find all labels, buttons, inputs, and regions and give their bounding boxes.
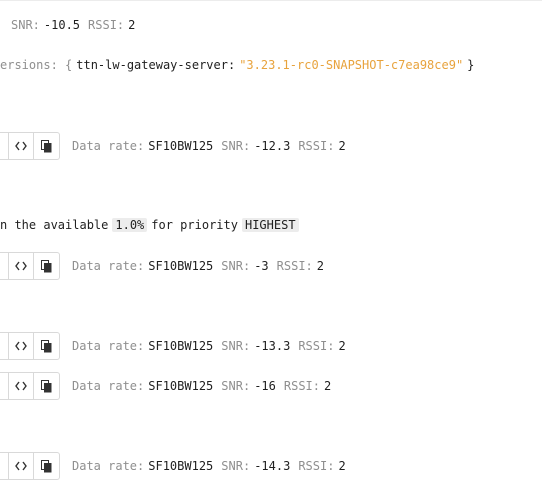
priority-middle: for priority: [151, 218, 238, 232]
rssi-label: RSSI:: [88, 18, 125, 32]
snr-label: SNR:: [221, 459, 251, 473]
copy-button[interactable]: [34, 373, 59, 399]
versions-value: "3.23.1-rc0-SNAPSHOT-c7ea98ce9": [239, 58, 464, 72]
code-icon: [15, 381, 27, 391]
event-meta-1: Data rate: SF10BW125 SNR: -12.3 RSSI: 2: [72, 132, 346, 160]
snr-value: -13.3: [254, 339, 291, 353]
event-meta-3: Data rate: SF10BW125 SNR: -13.3 RSSI: 2: [72, 332, 346, 360]
expand-button[interactable]: [0, 133, 9, 159]
view-raw-button[interactable]: [9, 333, 35, 359]
event-log-panel: SNR: -10.5 RSSI: 2 ersions: {ttn-lw-gateway…: [0, 0, 542, 483]
event-actions-4: [0, 372, 60, 400]
data-rate-label: Data rate:: [72, 259, 145, 273]
view-raw-button[interactable]: [9, 373, 35, 399]
expand-button[interactable]: [0, 453, 9, 479]
data-rate-value: SF10BW125: [148, 459, 214, 473]
rssi-label: RSSI:: [298, 459, 335, 473]
rssi-value: 2: [324, 379, 332, 393]
copy-button[interactable]: [34, 253, 59, 279]
event-meta-2: Data rate: SF10BW125 SNR: -3 RSSI: 2: [72, 252, 324, 280]
data-rate-label: Data rate:: [72, 339, 145, 353]
copy-button[interactable]: [34, 133, 59, 159]
copy-button[interactable]: [34, 453, 59, 479]
copy-icon: [41, 459, 52, 472]
versions-close: }: [467, 58, 475, 72]
event-actions-5: [0, 452, 60, 480]
rssi-value: 2: [338, 459, 346, 473]
rssi-label: RSSI:: [298, 339, 335, 353]
snr-label: SNR:: [11, 18, 40, 32]
snr-value: -12.3: [254, 139, 291, 153]
snr-label: SNR:: [221, 139, 251, 153]
data-rate-value: SF10BW125: [148, 379, 214, 393]
snr-value: -10.5: [43, 18, 81, 32]
priority-prefix: n the available: [0, 218, 109, 232]
event-actions-2: [0, 252, 60, 280]
snr-value: -16: [254, 379, 276, 393]
versions-row: ersions: {ttn-lw-gateway-server: "3.23.1-…: [0, 55, 474, 75]
view-raw-button[interactable]: [9, 133, 35, 159]
event-metadata-row: SNR: -10.5 RSSI: 2: [11, 15, 135, 35]
rssi-value: 2: [338, 339, 346, 353]
snr-label: SNR:: [221, 339, 251, 353]
percent-badge: 1.0%: [112, 218, 148, 232]
rssi-value: 2: [128, 18, 136, 32]
priority-badge: HIGHEST: [241, 218, 299, 232]
data-rate-value: SF10BW125: [148, 339, 214, 353]
view-raw-button[interactable]: [9, 453, 35, 479]
copy-icon: [41, 339, 52, 352]
code-icon: [15, 461, 27, 471]
priority-row: n the available 1.0% for priority HIGHEST: [0, 215, 299, 235]
rssi-value: 2: [316, 259, 324, 273]
rssi-label: RSSI:: [276, 259, 313, 273]
copy-icon: [41, 259, 52, 272]
copy-icon: [41, 139, 52, 152]
copy-icon: [41, 379, 52, 392]
snr-value: -3: [254, 259, 269, 273]
data-rate-value: SF10BW125: [148, 259, 214, 273]
expand-button[interactable]: [0, 373, 9, 399]
rssi-label: RSSI:: [283, 379, 320, 393]
data-rate-label: Data rate:: [72, 459, 145, 473]
data-rate-value: SF10BW125: [148, 139, 214, 153]
expand-button[interactable]: [0, 253, 9, 279]
versions-label: ersions: {: [0, 58, 73, 72]
rssi-label: RSSI:: [298, 139, 335, 153]
code-icon: [15, 341, 27, 351]
data-rate-label: Data rate:: [72, 139, 145, 153]
event-actions-3: [0, 332, 60, 360]
versions-key: ttn-lw-gateway-server:: [76, 58, 236, 72]
code-icon: [15, 261, 27, 271]
snr-label: SNR:: [221, 379, 251, 393]
code-icon: [15, 141, 27, 151]
snr-value: -14.3: [254, 459, 291, 473]
event-actions-1: [0, 132, 60, 160]
snr-label: SNR:: [221, 259, 251, 273]
view-raw-button[interactable]: [9, 253, 35, 279]
expand-button[interactable]: [0, 333, 9, 359]
event-meta-5: Data rate: SF10BW125 SNR: -14.3 RSSI: 2: [72, 452, 346, 480]
event-meta-4: Data rate: SF10BW125 SNR: -16 RSSI: 2: [72, 372, 331, 400]
copy-button[interactable]: [34, 333, 59, 359]
rssi-value: 2: [338, 139, 346, 153]
data-rate-label: Data rate:: [72, 379, 145, 393]
